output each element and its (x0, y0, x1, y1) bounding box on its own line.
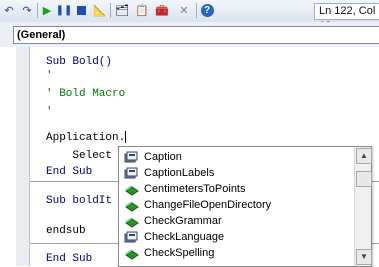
member-list-scrollbar[interactable]: ▲ ▼ (354, 147, 372, 266)
scroll-up-button[interactable]: ▲ (356, 148, 372, 164)
cursor-position-readout: Ln 122, Col 13 (314, 3, 379, 32)
list-item[interactable]: ChangeFileOpenDirectory (120, 197, 353, 213)
list-item[interactable]: CheckLanguage (120, 229, 353, 245)
standard-toolbar: ↶ ↷ ▶ ❚❚ 📐 🗂 📋 🧰 ✕ ? Ln 122, Col 13 (0, 0, 379, 32)
list-item[interactable]: Caption (120, 149, 353, 165)
code-text: Application. (46, 132, 126, 144)
code-line: ' (46, 106, 53, 118)
code-line: endsub (46, 225, 86, 237)
method-icon (125, 185, 139, 196)
code-window-header: (General) (0, 22, 379, 48)
property-icon (124, 167, 138, 179)
code-line: Select (46, 150, 113, 162)
property-icon (124, 151, 138, 163)
intellisense-member-list[interactable]: Caption CaptionLabels CentimetersToPoint… (118, 146, 372, 267)
break-icon[interactable]: ❚❚ (56, 3, 73, 17)
method-icon (125, 249, 139, 260)
code-line: ' Bold Macro (46, 88, 126, 100)
method-icon (125, 217, 139, 228)
margin-indicator-bar (16, 47, 30, 266)
project-explorer-icon[interactable]: 🗂 (115, 3, 129, 17)
scroll-thumb[interactable] (356, 171, 372, 187)
object-combo[interactable]: (General) (13, 26, 379, 44)
code-line: Sub Bold() (46, 56, 113, 68)
toolbar-separator (110, 3, 111, 18)
list-item[interactable]: CaptionLabels (120, 165, 353, 181)
undo-icon[interactable]: ↶ (2, 3, 16, 17)
property-icon (124, 231, 138, 243)
list-item[interactable]: CheckGrammar (120, 213, 353, 229)
design-mode-icon[interactable]: 📐 (93, 3, 107, 17)
reset-icon[interactable] (74, 3, 88, 17)
redo-icon[interactable]: ↷ (20, 3, 34, 17)
code-line: Sub boldIt (46, 195, 113, 207)
list-item[interactable]: CentimetersToPoints (120, 181, 353, 197)
object-browser-icon[interactable]: ✕ (177, 3, 191, 17)
toolbar-separator (196, 3, 197, 18)
list-item[interactable]: CheckSpelling (120, 245, 353, 261)
code-line: Application. (46, 131, 127, 145)
help-icon[interactable]: ? (200, 3, 214, 17)
properties-icon[interactable]: 📋 (135, 3, 149, 17)
code-line: ' (46, 70, 53, 82)
method-icon (125, 201, 139, 212)
toolbox-icon[interactable]: 🧰 (155, 3, 169, 17)
toolbar-separator (37, 3, 38, 18)
code-line: End Sub (46, 166, 93, 178)
code-line: End Sub (46, 253, 93, 265)
scroll-down-button[interactable]: ▼ (356, 249, 372, 265)
text-caret (125, 131, 127, 144)
run-icon[interactable]: ▶ (40, 3, 54, 17)
